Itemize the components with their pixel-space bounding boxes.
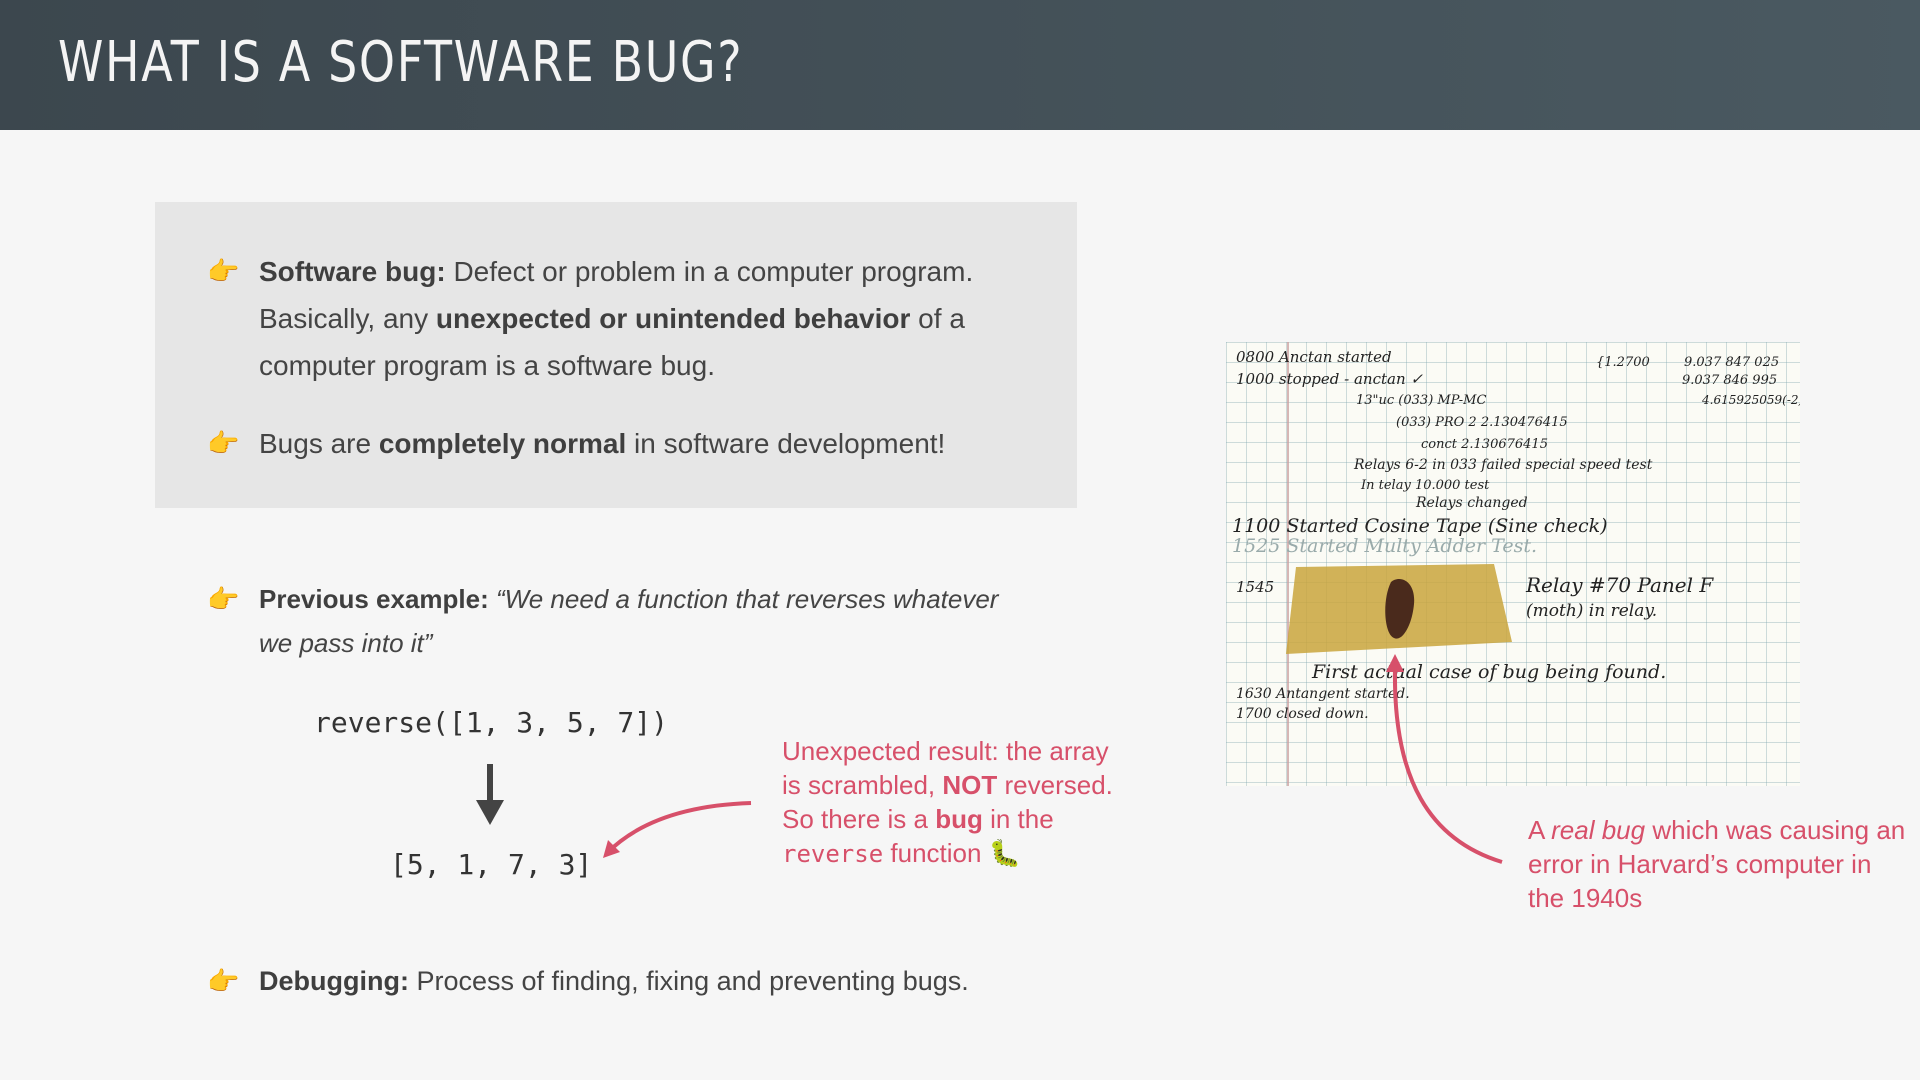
pointing-hand-icon: 👉 <box>207 966 240 996</box>
photo-arrow-icon <box>1392 667 1503 864</box>
real-bug-note: A real bug which was causing an error in… <box>1528 815 1906 913</box>
result-arrow-icon <box>605 801 752 855</box>
annotation-arrows <box>476 654 1503 864</box>
